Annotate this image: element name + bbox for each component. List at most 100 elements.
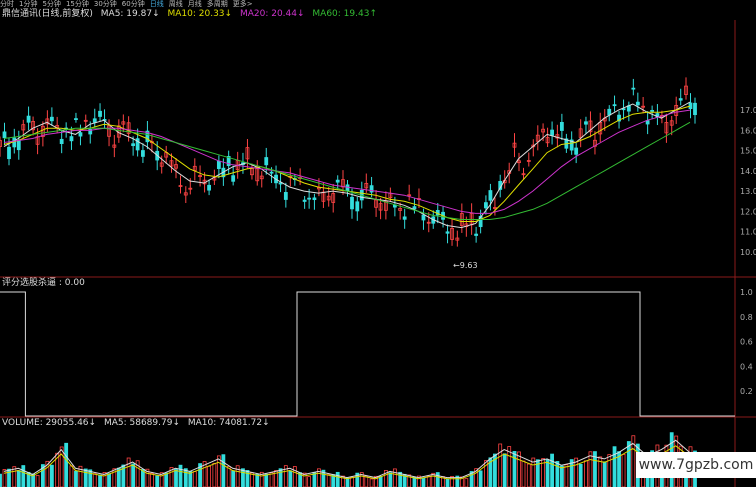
ma-line-ma20 [3, 109, 691, 214]
volume-bar [498, 443, 503, 487]
price-axis-label: 13.0 [740, 187, 756, 196]
candle-body [231, 175, 236, 182]
volume-bar [378, 476, 383, 487]
candle-body [49, 116, 54, 122]
volume-bar [431, 472, 436, 487]
volume-bar [269, 472, 274, 487]
candle-body [355, 201, 360, 212]
volume-bar [231, 470, 236, 487]
watermark: www.7gpzb.com [636, 452, 756, 478]
volume-bar [335, 471, 340, 487]
candle-body [488, 190, 493, 201]
indicator-axis-label: 1.0 [740, 288, 753, 297]
volume-bar [174, 469, 178, 487]
volume-bar [69, 465, 74, 487]
volume-bar [388, 472, 393, 487]
volume-bar [578, 463, 583, 487]
volume-bar [16, 470, 21, 487]
volume-bar [226, 466, 231, 487]
volume-bar [526, 463, 531, 487]
volume-bar [350, 476, 354, 487]
candle-body [302, 199, 307, 202]
candle-body [550, 129, 554, 136]
candle-body [484, 202, 488, 209]
volume-bar [602, 461, 607, 487]
volume-bar [564, 464, 569, 487]
candle-body [584, 121, 588, 125]
volume-bar [59, 446, 64, 487]
volume-bar [550, 453, 554, 487]
candle-body [445, 231, 450, 234]
volume-bar [35, 474, 40, 487]
volume-bar [126, 457, 131, 487]
indicator-axis-label: 0.4 [740, 362, 753, 371]
candle-body [312, 197, 317, 201]
volume-bar [521, 460, 526, 487]
candle-body [59, 138, 64, 144]
candle-body [269, 171, 274, 174]
volume-bar [98, 474, 102, 487]
candle-body [7, 146, 11, 160]
indicator-line [0, 291, 735, 417]
volume-bar [21, 465, 26, 487]
candle-body [78, 132, 83, 137]
volume-bar [392, 468, 397, 487]
volume-bar [588, 451, 593, 487]
volume-bar [626, 441, 631, 487]
candle-body [631, 87, 636, 90]
volume-bar [88, 469, 93, 487]
price-axis-label: 17.0 [740, 106, 756, 115]
volume-bar [559, 465, 564, 487]
volume-bar [183, 468, 188, 487]
candle-body [307, 197, 312, 200]
candle-body [74, 118, 78, 121]
volume-bar [221, 454, 226, 487]
candle-body [678, 98, 683, 101]
candle-body [574, 147, 579, 155]
volume-bar [435, 472, 440, 487]
volume-bar [445, 478, 450, 487]
volume-bar [2, 469, 7, 487]
volume-bar [49, 464, 54, 487]
candle-body [141, 150, 145, 157]
price-axis-label: 15.0 [740, 147, 756, 156]
candle-body [693, 102, 697, 116]
volume-bar [74, 470, 78, 487]
candle-body [612, 104, 617, 107]
volume-bar [369, 478, 374, 487]
volume-bar [612, 446, 617, 487]
candle-body [283, 192, 288, 200]
candle-body [98, 110, 102, 117]
candle-body [635, 101, 640, 106]
volume-bar [212, 462, 217, 487]
volume-bar [512, 451, 517, 487]
candle-body [16, 139, 21, 151]
price-axis-label: 12.0 [740, 207, 756, 216]
volume-bar [107, 473, 111, 487]
candle-body [650, 109, 655, 112]
candle-body [559, 121, 564, 131]
volume-bar [307, 476, 312, 487]
indicator-axis-label: 0.2 [740, 387, 753, 396]
volume-bar [92, 473, 97, 487]
price-axis-label: 14.0 [740, 167, 756, 176]
candle-body [207, 184, 211, 191]
indicator-axis-label: 0.8 [740, 313, 753, 322]
candle-body [474, 233, 479, 236]
volume-bar [64, 442, 69, 487]
ma-line-ma60 [3, 121, 691, 220]
low-price-label: ←9.63 [453, 261, 478, 270]
volume-bar [345, 477, 350, 487]
candle-body [412, 206, 417, 210]
volume-bar [207, 465, 211, 487]
candle-body [216, 160, 221, 169]
volume-bar [326, 474, 331, 487]
volume-bar [555, 461, 560, 487]
volume-bar [178, 464, 183, 487]
price-axis-label: 16.0 [740, 126, 756, 135]
volume-bar [278, 468, 283, 487]
volume-bar [569, 459, 574, 487]
volume-bar [421, 477, 426, 487]
candle-body [12, 137, 17, 148]
candle-body [92, 118, 97, 123]
